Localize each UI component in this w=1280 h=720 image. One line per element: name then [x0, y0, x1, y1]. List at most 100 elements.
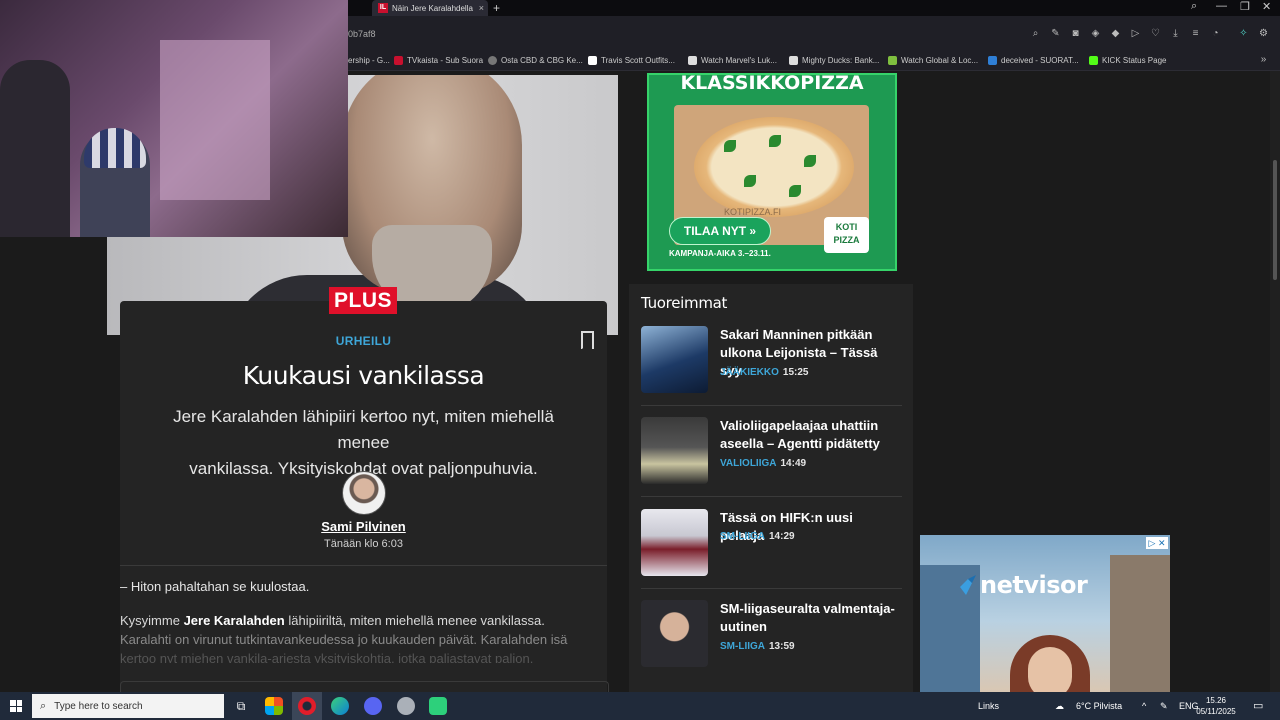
news-category[interactable]: VALIOLIIGA	[720, 458, 776, 469]
ad-watermark: KOTIPIZZA.FI	[724, 207, 782, 217]
news-item[interactable]: SM-liigaseuralta valmentaja-uutinen SM-L…	[641, 600, 902, 692]
bookmark-item[interactable]: deceived - SUORAT...	[988, 54, 1079, 66]
tab-close-icon[interactable]: ×	[479, 3, 484, 13]
pen-icon[interactable]: ✎	[1160, 701, 1168, 712]
bookmark-item[interactable]: Mighty Ducks: Bank...	[789, 54, 879, 66]
netvisor-ad[interactable]: netvisor ▷ ✕	[920, 535, 1170, 692]
clock-time: 15.26	[1205, 696, 1227, 705]
article-divider	[120, 565, 607, 566]
news-divider	[641, 405, 902, 406]
article-category[interactable]: URHEILU	[120, 334, 607, 348]
camera-icon[interactable]: ◙	[1070, 28, 1081, 39]
body-text: Kysyimme	[120, 613, 184, 628]
search-placeholder: Type here to search	[54, 700, 143, 712]
bookmark-item[interactable]: KICK Status Page	[1089, 54, 1166, 66]
windows-start-icon[interactable]	[10, 700, 22, 712]
article-body-line-2: Karalahti on virunut tutkintavankeudessa…	[120, 632, 568, 647]
basil-leaf	[789, 185, 801, 197]
author-name[interactable]: Sami Pilvinen	[120, 519, 607, 534]
webcam-person	[0, 60, 70, 237]
news-meta: VALIOLIIGA 14:49	[720, 458, 806, 469]
bookmark-label: Osta CBD & CBG Ke...	[501, 55, 583, 65]
search-icon: ⌕	[40, 699, 47, 712]
extension-icon[interactable]: ◆	[1110, 28, 1121, 39]
bookmark-label: TVkaista - Sub Suora	[407, 55, 484, 65]
basil-leaf	[769, 135, 781, 147]
links-toolbar[interactable]: Links	[978, 701, 999, 711]
basil-leaf	[804, 155, 816, 167]
kotipizza-logo: KOTI PIZZA	[824, 217, 869, 253]
author-avatar[interactable]	[342, 471, 386, 515]
news-thumbnail	[641, 326, 708, 393]
tab-favicon-icon: IL	[378, 3, 388, 13]
bookmark-icon	[588, 55, 597, 65]
maximize-icon[interactable]: ❐	[1240, 0, 1250, 13]
settings-icon[interactable]: ⚙	[1258, 28, 1269, 39]
app-icon[interactable]	[397, 697, 415, 715]
app-extension-icon[interactable]: ✧	[1238, 28, 1249, 39]
news-meta: SM-LIIGA 14:29	[720, 531, 795, 542]
body-text: lähipiiriltä, miten miehellä menee vanki…	[284, 613, 545, 628]
bookmark-label: KICK Status Page	[1102, 55, 1167, 65]
ad-choices-icon[interactable]: ▷ ✕	[1146, 537, 1168, 549]
news-item[interactable]: Sakari Manninen pitkään ulkona Leijonist…	[641, 326, 902, 418]
new-tab-plus-icon[interactable]: +	[493, 1, 500, 15]
news-category[interactable]: JÄÄKIEKKO	[720, 367, 779, 378]
bookmark-item[interactable]: ership - G...	[348, 54, 390, 66]
task-view-icon[interactable]: ⧉	[232, 697, 250, 715]
profile-icon[interactable]: ◔	[1210, 28, 1221, 39]
article-quote: – Hiton pahaltahan se kuulostaa.	[120, 579, 310, 594]
news-category[interactable]: SM-LIIGA	[720, 531, 765, 542]
shield-icon[interactable]: ◈	[1090, 28, 1101, 39]
weather-text[interactable]: 6°C Pilvista	[1076, 701, 1122, 711]
system-clock[interactable]: 15.26 05/11/2025	[1196, 695, 1236, 717]
copilot-icon[interactable]	[265, 697, 283, 715]
play-icon[interactable]: ▷	[1130, 28, 1141, 39]
pizza-ad[interactable]: KLASSIKKOPIZZA KOTIPIZZA.FI TILAA NYT » …	[647, 73, 897, 271]
tray-chevron-icon[interactable]: ^	[1142, 701, 1146, 711]
heart-icon[interactable]: ♡	[1150, 28, 1161, 39]
minimize-icon[interactable]: —	[1216, 0, 1227, 12]
news-item[interactable]: Valioliigapelaajaa uhattiin aseella – Ag…	[641, 417, 902, 509]
netvisor-logo-icon	[960, 575, 976, 595]
discord-icon[interactable]	[364, 697, 382, 715]
scrollbar-thumb[interactable]	[1273, 160, 1277, 280]
notification-icon[interactable]: ▭	[1253, 699, 1263, 712]
download-icon[interactable]: ⤓	[1170, 28, 1181, 39]
order-now-button[interactable]: TILAA NYT »	[669, 217, 771, 245]
menu-icon[interactable]: ≡	[1190, 28, 1201, 39]
article-title: Kuukausi vankilassa	[242, 361, 485, 390]
article-body-line-3: kertoo nyt miehen vankila-arjesta yksity…	[120, 651, 534, 663]
bookmark-item[interactable]: Watch Marvel's Luk...	[688, 54, 777, 66]
latest-heading: Tuoreimmat	[641, 294, 728, 312]
bookmark-icon	[988, 55, 997, 65]
news-category[interactable]: SM-LIIGA	[720, 641, 765, 652]
brand-line-1: KOTI	[835, 222, 858, 232]
lens-icon[interactable]: ⌕	[1030, 28, 1041, 39]
news-title[interactable]: SM-liigaseuralta valmentaja-uutinen	[720, 600, 900, 636]
news-item[interactable]: Tässä on HIFK:n uusi pelaaja SM-LIIGA 14:…	[641, 509, 902, 601]
app-icon[interactable]	[429, 697, 447, 715]
news-time: 13:59	[769, 641, 795, 652]
taskbar-search[interactable]: ⌕ Type here to search	[32, 694, 224, 718]
bookmark-item[interactable]: TVkaista - Sub Suora	[394, 54, 483, 66]
browser-tab-active[interactable]: IL Näin Jere Karalahdella me ×	[372, 0, 488, 16]
close-window-icon[interactable]: ✕	[1262, 0, 1271, 13]
news-title[interactable]: Valioliigapelaajaa uhattiin aseella – Ag…	[720, 417, 900, 453]
news-time: 15:25	[782, 367, 809, 378]
edit-icon[interactable]: ✎	[1050, 28, 1061, 39]
news-meta: SM-LIIGA 13:59	[720, 641, 795, 652]
bookmark-item[interactable]: Watch Global & Loc...	[888, 54, 978, 66]
save-bookmark-icon[interactable]	[581, 331, 594, 350]
url-text[interactable]: 0b7af8	[348, 29, 376, 39]
edge-icon[interactable]	[331, 697, 349, 715]
webcam-cabinet	[160, 40, 270, 200]
bookmark-item[interactable]: Osta CBD & CBG Ke...	[488, 54, 583, 66]
browser-search-icon[interactable]: ⌕	[1191, 0, 1197, 13]
tab-title: Näin Jere Karalahdella me	[392, 3, 475, 13]
bookmarks-overflow-icon[interactable]: »	[1258, 54, 1269, 65]
opera-icon[interactable]	[298, 697, 316, 715]
weather-icon[interactable]: ☁	[1055, 701, 1064, 712]
brand-line-2: PIZZA	[833, 235, 860, 245]
bookmark-item[interactable]: Travis Scott Outfits...	[588, 54, 675, 66]
